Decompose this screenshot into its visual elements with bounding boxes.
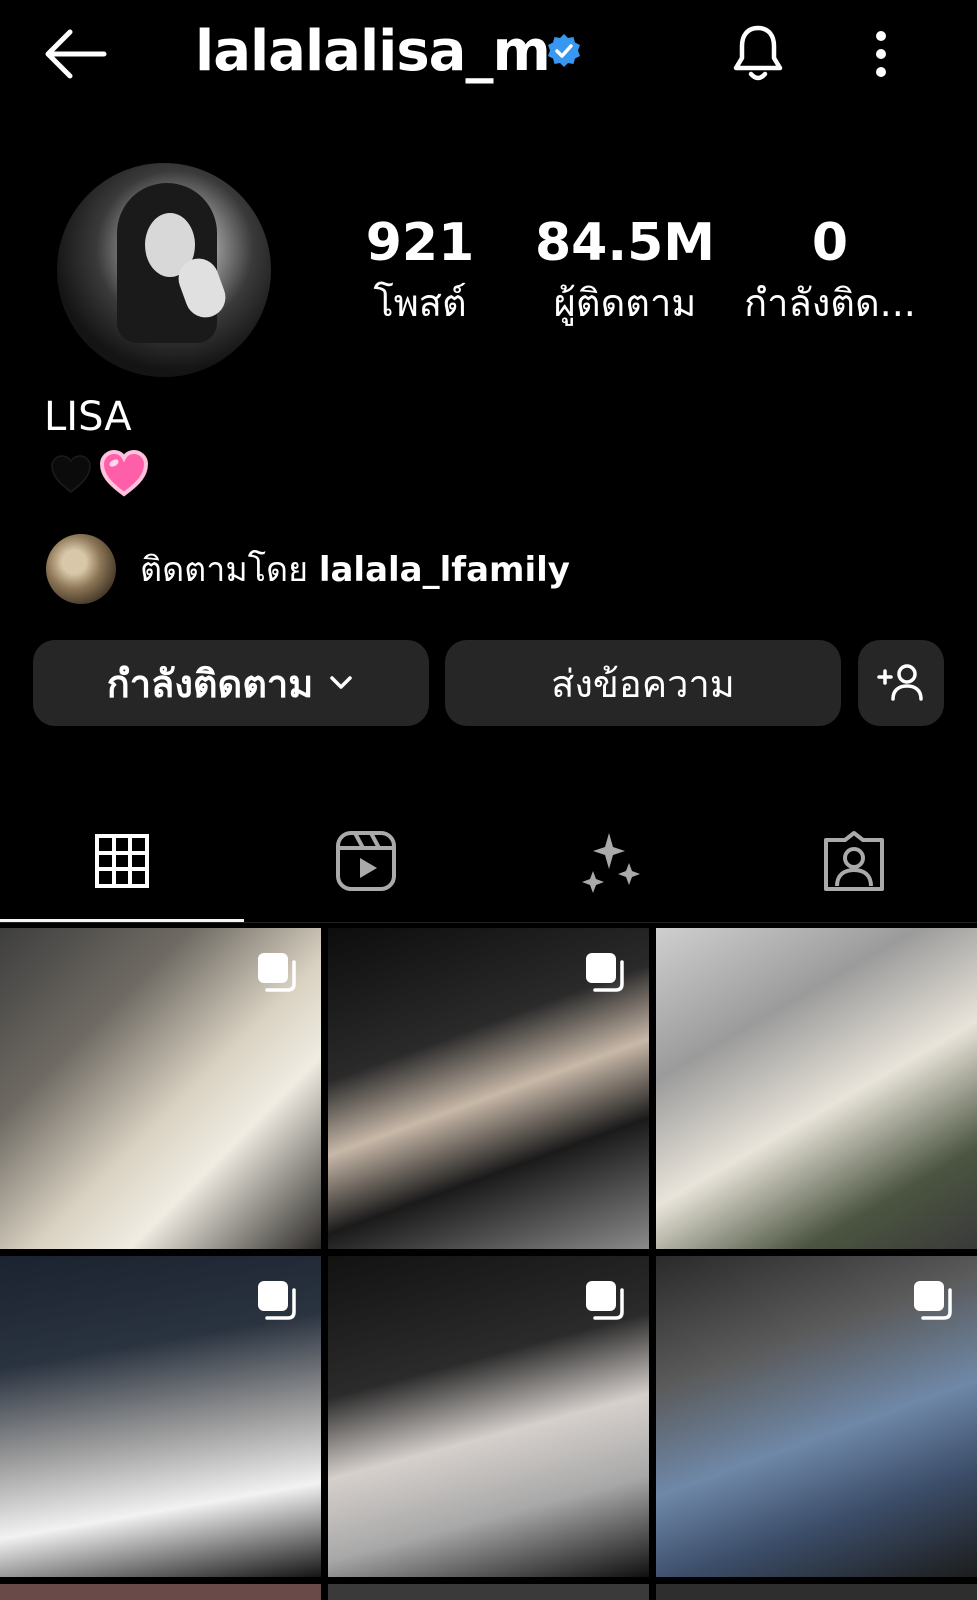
stat-following-label: กำลังติด... xyxy=(744,281,916,325)
chevron-down-icon xyxy=(330,676,353,689)
stat-followers[interactable]: 84.5M ผู้ติดตาม xyxy=(530,210,720,330)
stat-posts[interactable]: 921 โพสต์ xyxy=(325,210,515,330)
multiple-photos-icon xyxy=(586,953,624,992)
verified-badge-icon xyxy=(545,32,583,70)
black-heart-icon xyxy=(48,452,94,496)
tab-tagged[interactable] xyxy=(732,810,976,912)
post-thumbnail[interactable] xyxy=(0,1256,321,1577)
post-thumbnail-partial[interactable] xyxy=(328,1584,649,1600)
arrow-left-icon xyxy=(45,29,107,79)
add-person-icon xyxy=(877,664,923,701)
followed-by-text[interactable]: ติดตามโดย lalala_lfamily xyxy=(140,548,570,592)
tagged-person-icon xyxy=(824,831,884,891)
multiple-photos-icon xyxy=(914,1281,952,1320)
followed-by-prefix: ติดตามโดย xyxy=(140,550,309,590)
message-button-label: ส่งข้อความ xyxy=(551,661,735,706)
mutual-follower-avatar[interactable] xyxy=(46,534,116,604)
multiple-photos-icon xyxy=(258,1281,296,1320)
profile-avatar[interactable] xyxy=(57,163,271,377)
post-thumbnail-partial[interactable] xyxy=(656,1584,977,1600)
tab-effects[interactable] xyxy=(488,810,732,912)
reels-icon xyxy=(336,831,396,891)
post-thumbnail-partial[interactable] xyxy=(0,1584,321,1600)
post-thumbnail[interactable] xyxy=(0,928,321,1249)
followed-by-username: lalala_lfamily xyxy=(318,550,570,590)
stat-posts-count: 921 xyxy=(365,213,475,273)
following-button-label: กำลังติดตาม xyxy=(106,661,314,706)
post-thumbnail[interactable] xyxy=(656,1256,977,1577)
message-button[interactable]: ส่งข้อความ xyxy=(445,640,841,726)
profile-username: lalalalisa_m xyxy=(195,19,551,84)
pink-heart-icon xyxy=(98,448,150,498)
display-name: LISA xyxy=(44,394,132,440)
post-thumbnail[interactable] xyxy=(656,928,977,1249)
back-button[interactable] xyxy=(40,22,110,82)
stat-followers-label: ผู้ติดตาม xyxy=(553,281,697,325)
post-thumbnail[interactable] xyxy=(328,928,649,1249)
notifications-bell-button[interactable] xyxy=(728,22,788,84)
stat-following-count: 0 xyxy=(811,213,849,273)
stat-followers-count: 84.5M xyxy=(534,213,716,273)
post-thumbnail[interactable] xyxy=(328,1256,649,1577)
bell-icon xyxy=(733,25,783,81)
more-vertical-icon xyxy=(876,31,886,77)
multiple-photos-icon xyxy=(586,1281,624,1320)
following-button[interactable]: กำลังติดตาม xyxy=(33,640,429,726)
sparkle-icon xyxy=(582,833,640,893)
tab-reels[interactable] xyxy=(244,810,488,912)
tab-divider xyxy=(0,922,977,923)
suggested-people-button[interactable] xyxy=(858,640,944,726)
tab-posts-grid[interactable] xyxy=(0,810,244,912)
more-options-button[interactable] xyxy=(870,26,892,82)
grid-icon xyxy=(95,834,149,888)
multiple-photos-icon xyxy=(258,953,296,992)
stat-following[interactable]: 0 กำลังติด... xyxy=(735,210,925,330)
stat-posts-label: โพสต์ xyxy=(373,281,467,325)
